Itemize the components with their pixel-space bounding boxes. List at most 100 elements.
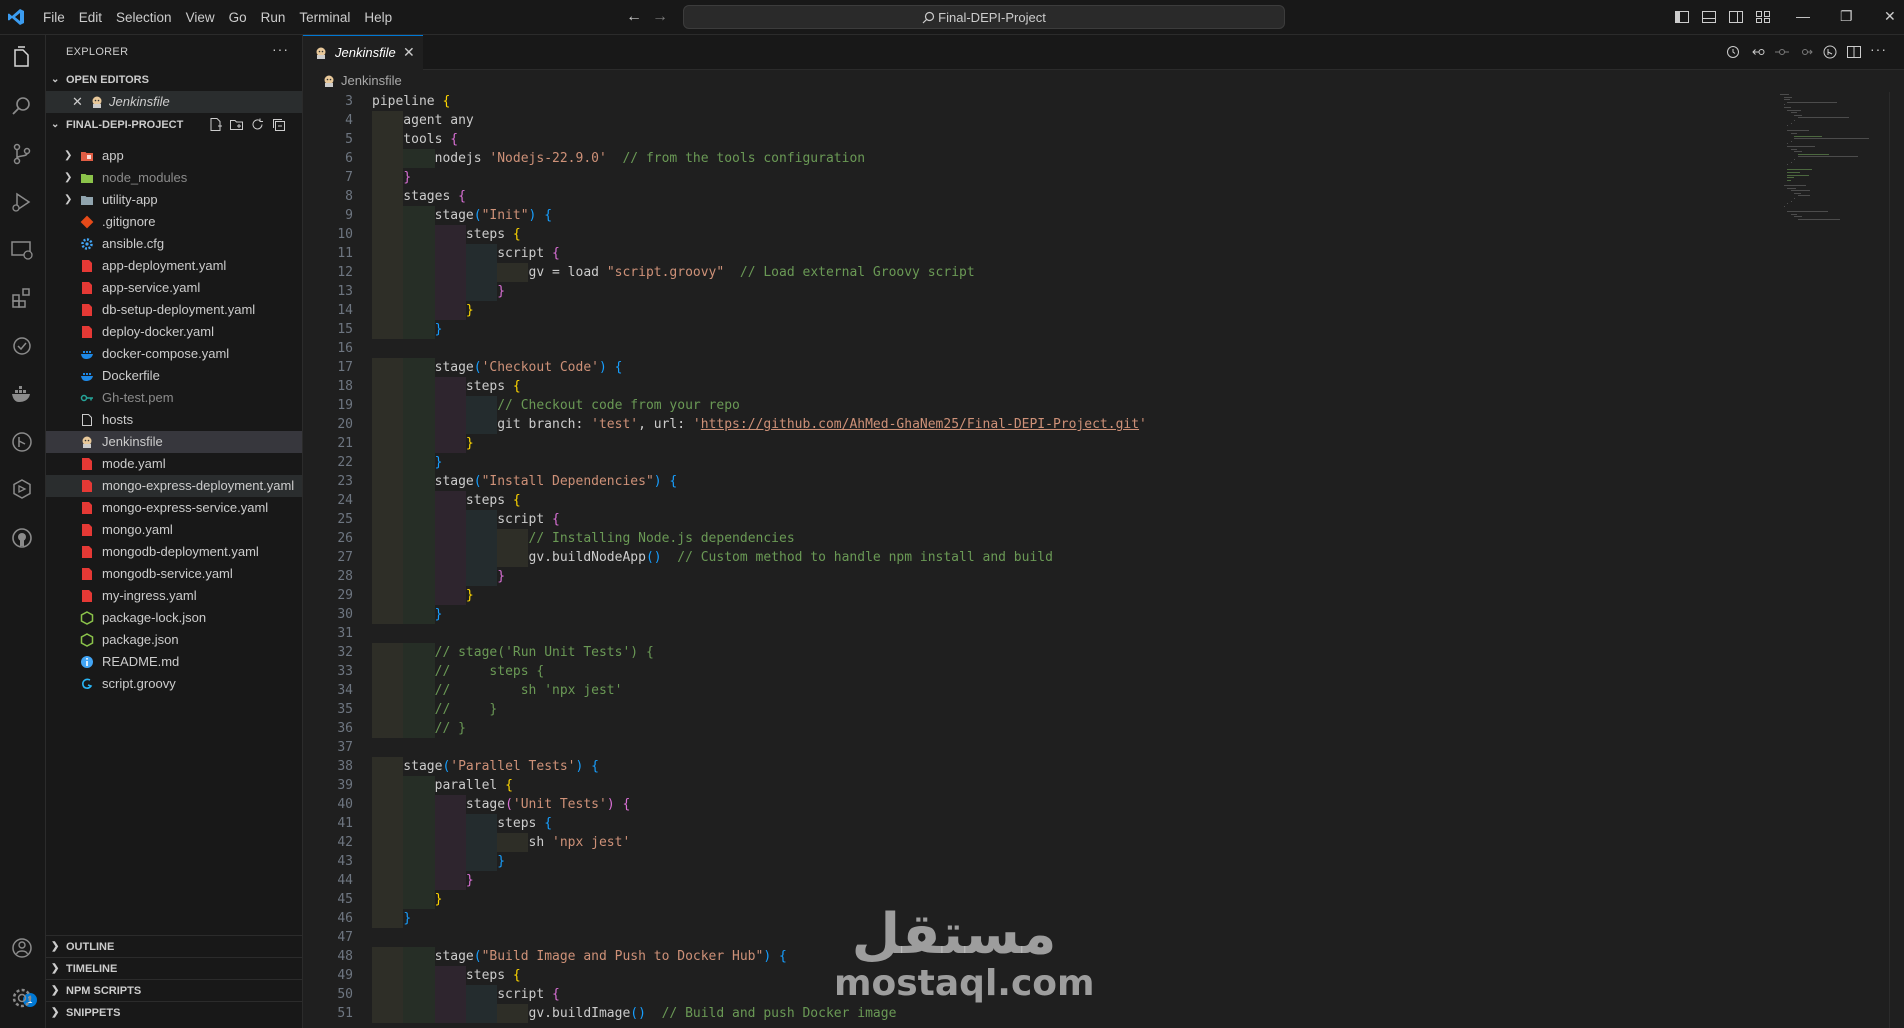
file-item[interactable]: deploy-docker.yaml	[46, 321, 302, 343]
file-item-selected[interactable]: Jenkinsfile	[46, 431, 302, 453]
file-item[interactable]: Gh-test.pem	[46, 387, 302, 409]
file-item[interactable]: Dockerfile	[46, 365, 302, 387]
folder-item[interactable]: ❯ app	[46, 145, 302, 167]
key-icon	[80, 394, 93, 402]
line-number: 9	[345, 208, 353, 223]
timeline-section[interactable]: ❯ TIMELINE	[46, 957, 302, 979]
open-editor-item[interactable]: ✕ Jenkinsfile	[46, 91, 302, 113]
menu-selection[interactable]: Selection	[109, 0, 179, 35]
project-header[interactable]: ⌄ FINAL-DEPI-PROJECT	[46, 115, 302, 135]
file-item[interactable]: mongodb-deployment.yaml	[46, 541, 302, 563]
file-item[interactable]: db-setup-deployment.yaml	[46, 299, 302, 321]
file-item[interactable]: mongo-express-deployment.yaml	[46, 475, 302, 497]
line-number: 43	[337, 854, 353, 869]
git-graph-icon[interactable]	[9, 429, 35, 455]
menu-terminal[interactable]: Terminal	[292, 0, 357, 35]
previous-change-icon[interactable]	[1774, 44, 1790, 60]
restore-icon[interactable]: ❐	[1840, 8, 1853, 25]
new-file-icon[interactable]	[208, 117, 223, 132]
line-number: 19	[337, 398, 353, 413]
file-item[interactable]: mongo.yaml	[46, 519, 302, 541]
explorer-icon[interactable]	[9, 45, 35, 71]
testing-icon[interactable]	[9, 333, 35, 359]
close-icon[interactable]: ✕	[72, 91, 83, 113]
menu-go[interactable]: Go	[222, 0, 254, 35]
minimap-line	[1787, 101, 1837, 103]
minimize-icon[interactable]: —	[1796, 8, 1810, 24]
toggle-primary-sidebar-icon[interactable]	[1674, 9, 1690, 25]
file-item[interactable]: app-service.yaml	[46, 277, 302, 299]
menu-bar: File Edit Selection View Go Run Terminal…	[36, 0, 399, 35]
folder-item[interactable]: ❯ node_modules	[46, 167, 302, 189]
next-change-icon[interactable]	[1798, 44, 1814, 60]
file-item[interactable]: ansible.cfg	[46, 233, 302, 255]
code-line: stage('Checkout Code') {	[372, 358, 623, 377]
open-editors-header[interactable]: ⌄ OPEN EDITORS	[46, 70, 302, 90]
line-number: 8	[345, 189, 353, 204]
refresh-icon[interactable]	[250, 117, 265, 132]
line-number: 18	[337, 379, 353, 394]
breadcrumb-item[interactable]: Jenkinsfile	[341, 73, 402, 88]
back-arrow-icon[interactable]: ←	[626, 8, 642, 26]
manage-gear-icon[interactable]	[9, 985, 35, 1011]
npm-scripts-section[interactable]: ❯ NPM SCRIPTS	[46, 979, 302, 1001]
file-item[interactable]: docker-compose.yaml	[46, 343, 302, 365]
tab-jenkinsfile[interactable]: Jenkinsfile ✕	[303, 35, 423, 70]
minimap[interactable]	[1780, 92, 1890, 272]
menu-view[interactable]: View	[179, 0, 222, 35]
kubernetes-icon[interactable]	[9, 477, 35, 503]
remote-explorer-icon[interactable]	[9, 237, 35, 263]
minimap-line	[1794, 159, 1796, 160]
history-icon[interactable]	[1725, 44, 1741, 60]
github-icon[interactable]	[9, 525, 35, 551]
section-label: TIMELINE	[66, 963, 118, 975]
line-number: 37	[337, 740, 353, 755]
outline-section[interactable]: ❯ OUTLINE	[46, 935, 302, 957]
file-item[interactable]: package.json	[46, 629, 302, 651]
accounts-icon[interactable]	[9, 935, 35, 961]
open-editors-label: OPEN EDITORS	[66, 74, 149, 86]
snippets-section[interactable]: ❯ SNIPPETS	[46, 1001, 302, 1023]
customize-layout-icon[interactable]	[1755, 9, 1771, 25]
file-item[interactable]: .gitignore	[46, 211, 302, 233]
open-changes-icon[interactable]	[1822, 44, 1838, 60]
close-window-icon[interactable]: ✕	[1884, 8, 1896, 25]
menu-run[interactable]: Run	[254, 0, 293, 35]
file-item[interactable]: README.md	[46, 651, 302, 673]
collapse-all-icon[interactable]	[271, 117, 286, 132]
git-compare-icon[interactable]	[1750, 44, 1766, 60]
toggle-secondary-sidebar-icon[interactable]	[1728, 9, 1744, 25]
code-editor[interactable]: 3 4 5 6 7 8 9 10 11 12 13 14 15 16 17 18 19 20 21 22 23 24 25 2…	[303, 92, 1904, 1028]
new-folder-icon[interactable]	[229, 117, 244, 132]
command-center-label: Final-DEPI-Project	[938, 9, 1046, 25]
menu-file[interactable]: File	[36, 0, 72, 35]
split-editor-icon[interactable]	[1846, 44, 1862, 60]
title-bar: File Edit Selection View Go Run Terminal…	[0, 0, 1904, 35]
file-item[interactable]: mode.yaml	[46, 453, 302, 475]
forward-arrow-icon[interactable]: →	[652, 8, 668, 26]
more-actions-icon[interactable]: ···	[1870, 41, 1887, 57]
menu-edit[interactable]: Edit	[72, 0, 109, 35]
source-control-icon[interactable]	[9, 141, 35, 167]
file-item[interactable]: app-deployment.yaml	[46, 255, 302, 277]
file-item[interactable]: mongo-express-service.yaml	[46, 497, 302, 519]
file-item[interactable]: package-lock.json	[46, 607, 302, 629]
minimap-line	[1794, 120, 1796, 121]
file-item[interactable]: script.groovy	[46, 673, 302, 695]
menu-help[interactable]: Help	[357, 0, 399, 35]
extensions-icon[interactable]	[9, 285, 35, 311]
search-icon[interactable]	[9, 93, 35, 119]
folder-item[interactable]: ❯ utility-app	[46, 189, 302, 211]
minimap-line	[1787, 143, 1789, 145]
run-and-debug-icon[interactable]	[9, 189, 35, 215]
file-item[interactable]: my-ingress.yaml	[46, 585, 302, 607]
toggle-panel-icon[interactable]	[1701, 9, 1717, 25]
file-item[interactable]: hosts	[46, 409, 302, 431]
file-item[interactable]: mongodb-service.yaml	[46, 563, 302, 585]
command-center-search[interactable]: Final-DEPI-Project	[683, 5, 1285, 29]
code-line: script {	[372, 244, 560, 263]
vertical-scrollbar[interactable]	[1889, 92, 1904, 1028]
close-tab-icon[interactable]: ✕	[403, 44, 415, 61]
more-actions-icon[interactable]: ···	[272, 41, 289, 57]
docker-icon[interactable]	[9, 381, 35, 407]
